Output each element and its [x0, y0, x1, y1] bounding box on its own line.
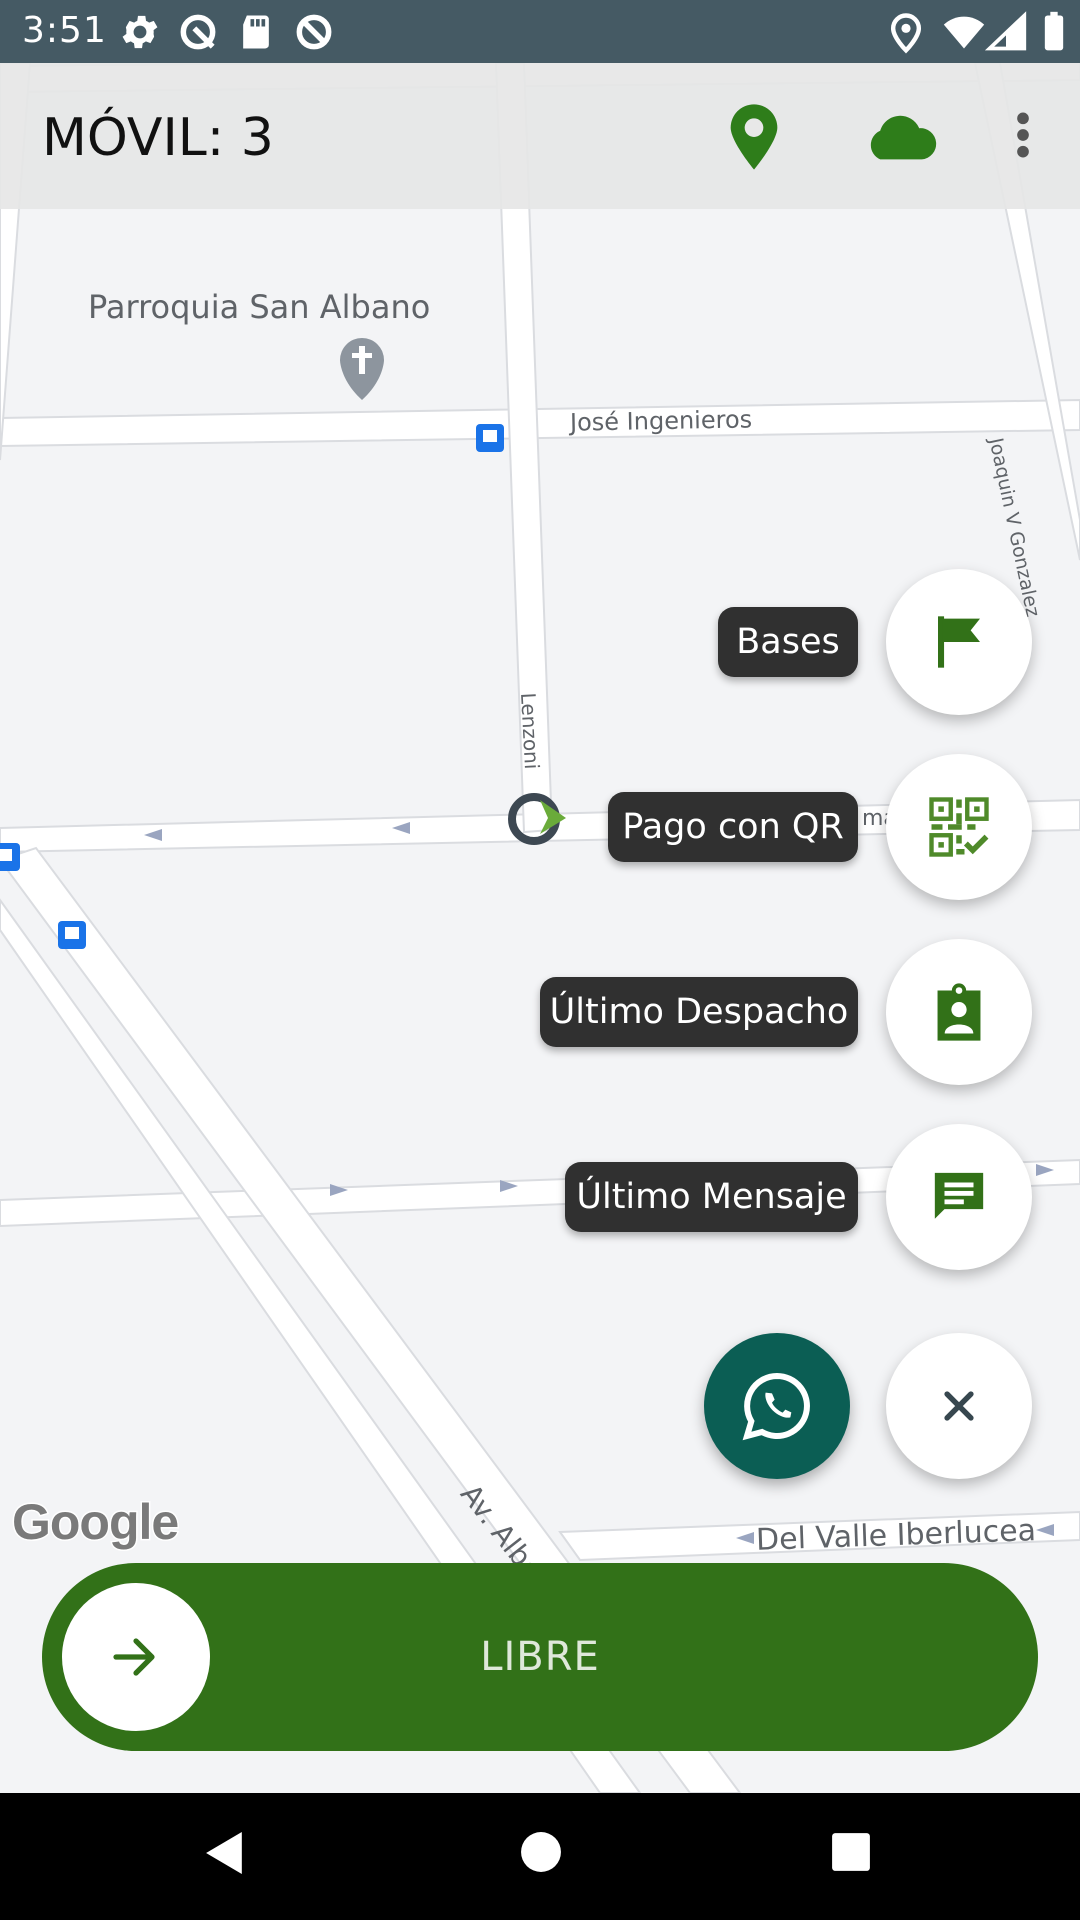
recents-icon[interactable]	[830, 1831, 872, 1873]
qr-payment-label[interactable]: Pago con QR	[608, 792, 858, 862]
bus-stop-icon	[0, 843, 20, 871]
message-icon	[934, 1172, 984, 1219]
qr-payment-button[interactable]	[886, 754, 1032, 900]
status-slider[interactable]: LIBRE	[42, 1563, 1038, 1751]
bus-stop-icon	[58, 921, 86, 949]
flag-icon	[938, 616, 980, 668]
arrow-right-icon	[113, 1638, 155, 1676]
battery-icon	[1044, 11, 1064, 51]
close-icon	[944, 1391, 974, 1421]
status-time: 3:51	[22, 10, 107, 51]
signal-icon	[984, 11, 1027, 51]
street-label-lenzoni: Lenzoni	[516, 692, 545, 770]
location-pin-icon[interactable]	[726, 102, 782, 172]
last-message-label[interactable]: Último Mensaje	[565, 1162, 858, 1232]
bus-stop-icon	[476, 424, 504, 452]
assignment-ind-icon	[937, 983, 981, 1041]
app-notification-icon	[180, 14, 216, 50]
app-notification-icon-2	[296, 14, 332, 50]
qr-code-icon	[929, 797, 989, 857]
last-dispatch-button[interactable]	[886, 939, 1032, 1085]
cloud-icon[interactable]	[862, 110, 940, 162]
home-icon[interactable]	[520, 1831, 562, 1873]
last-message-button[interactable]	[886, 1124, 1032, 1270]
close-menu-button[interactable]	[886, 1333, 1032, 1479]
slider-handle[interactable]	[62, 1583, 210, 1731]
bases-label[interactable]: Bases	[718, 607, 858, 677]
location-icon	[890, 13, 922, 54]
poi-label[interactable]: Parroquia San Albano	[88, 288, 430, 326]
google-attribution: Google	[10, 1493, 180, 1552]
vehicle-title: MÓVIL: 3	[42, 108, 274, 168]
overflow-menu-icon[interactable]	[1008, 110, 1038, 160]
street-label-jose-ingenieros: José Ingenieros	[569, 405, 753, 437]
whatsapp-button[interactable]	[704, 1333, 850, 1479]
settings-icon	[122, 15, 158, 49]
sd-card-icon	[243, 15, 269, 49]
status-bar: 3:51	[0, 0, 1080, 63]
bases-button[interactable]	[886, 569, 1032, 715]
wifi-icon	[943, 16, 985, 49]
whatsapp-icon	[742, 1372, 810, 1441]
navigation-bar	[0, 1793, 1080, 1920]
last-dispatch-label[interactable]: Último Despacho	[540, 977, 858, 1047]
back-icon[interactable]	[204, 1829, 246, 1877]
